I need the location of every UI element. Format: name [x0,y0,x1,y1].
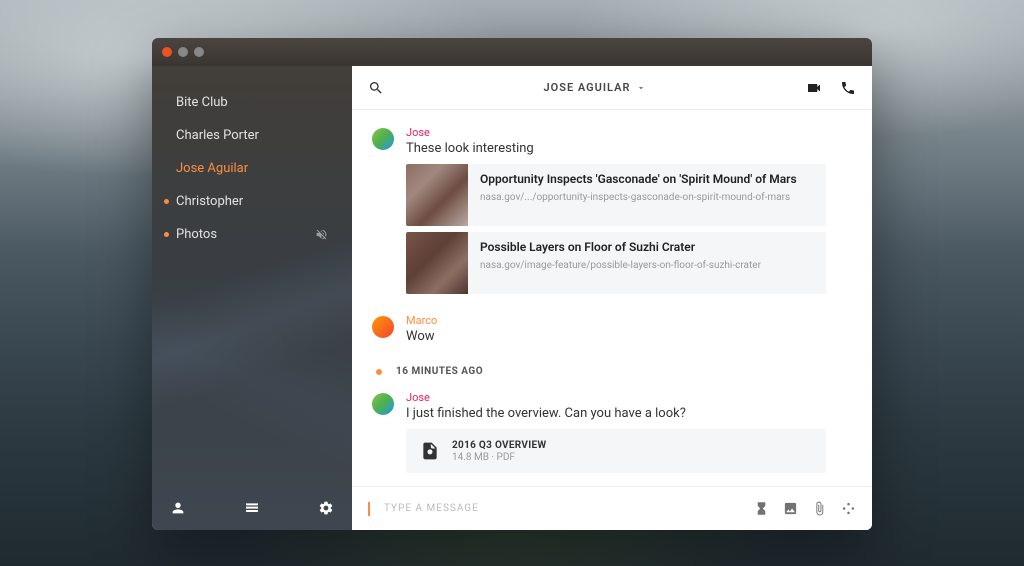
avatar[interactable] [372,393,394,415]
sidebar-item-label: Christopher [176,194,243,209]
sidebar-item-photos[interactable]: Photos [152,218,352,251]
composer-cursor-icon [368,502,370,516]
file-name: 2016 Q3 OVERVIEW [452,440,546,451]
search-icon[interactable] [368,80,384,96]
sidebar-item-label: Bite Club [176,95,228,110]
sidebar-item-bite-club[interactable]: Bite Club [152,86,352,119]
window-minimize-button[interactable] [178,47,188,57]
sender-name: Marco [406,314,852,327]
link-preview[interactable]: Possible Layers on Floor of Suzhi Crater… [406,232,826,294]
conversation-list: Bite Club Charles Porter Jose Aguilar Ch… [152,66,352,486]
separator-label: 16 MINUTES AGO [396,366,483,377]
file-icon [420,439,440,463]
time-separator: 16 MINUTES AGO [372,366,852,377]
sidebar-item-label: Charles Porter [176,128,259,143]
message-text: I just finished the overview. Can you ha… [406,406,852,421]
sidebar-item-label: Jose Aguilar [176,161,248,176]
sender-name: Jose [406,391,852,404]
chevron-down-icon [636,83,646,93]
sidebar-item-label: Photos [176,227,217,242]
message-input[interactable]: TYPE A MESSAGE [384,503,740,514]
chat-title-text: JOSE AGUILAR [544,81,631,94]
muted-icon [315,228,328,241]
message-group: Jose I just finished the overview. Can y… [372,391,852,473]
link-url: nasa.gov/image-feature/possible-layers-o… [480,260,761,271]
window-maximize-button[interactable] [194,47,204,57]
video-call-icon[interactable] [806,80,822,96]
chat-scroll[interactable]: Jose These look interesting Opportunity … [352,110,872,486]
link-preview[interactable]: Opportunity Inspects 'Gasconade' on 'Spi… [406,164,826,226]
link-thumbnail [406,164,468,226]
sidebar-item-charles-porter[interactable]: Charles Porter [152,119,352,152]
sidebar: Bite Club Charles Porter Jose Aguilar Ch… [152,66,352,530]
message-text: Wow [406,329,852,344]
sidebar-footer [152,486,352,530]
message-text: These look interesting [406,141,852,156]
link-url: nasa.gov/.../opportunity-inspects-gascon… [480,192,797,203]
archive-icon[interactable] [244,500,260,516]
attachment-icon[interactable] [812,501,827,516]
avatar[interactable] [372,316,394,338]
main-panel: JOSE AGUILAR Jose Thes [352,66,872,530]
timer-icon[interactable] [754,501,769,516]
audio-call-icon[interactable] [840,80,856,96]
unread-dot-icon [164,232,169,237]
link-title: Opportunity Inspects 'Gasconade' on 'Spi… [480,172,797,188]
window-close-button[interactable] [162,47,172,57]
message-group: Marco Wow [372,314,852,352]
file-meta: 14.8 MB · PDF [452,452,546,463]
avatar[interactable] [372,128,394,150]
more-icon[interactable] [841,501,856,516]
sender-name: Jose [406,126,852,139]
settings-icon[interactable] [318,500,334,516]
unread-dot-icon [164,199,169,204]
titlebar [152,38,872,66]
sidebar-item-jose-aguilar[interactable]: Jose Aguilar [152,152,352,185]
composer: TYPE A MESSAGE [352,486,872,530]
app-window: Bite Club Charles Porter Jose Aguilar Ch… [152,38,872,530]
sidebar-item-christopher[interactable]: Christopher [152,185,352,218]
link-title: Possible Layers on Floor of Suzhi Crater [480,240,761,256]
contacts-icon[interactable] [170,500,186,516]
link-thumbnail [406,232,468,294]
image-icon[interactable] [783,501,798,516]
message-group: Jose These look interesting Opportunity … [372,126,852,300]
file-attachment[interactable]: 2016 Q3 OVERVIEW 14.8 MB · PDF [406,429,826,473]
chat-title[interactable]: JOSE AGUILAR [384,81,806,94]
separator-dot-icon [376,369,382,375]
chat-header: JOSE AGUILAR [352,66,872,110]
